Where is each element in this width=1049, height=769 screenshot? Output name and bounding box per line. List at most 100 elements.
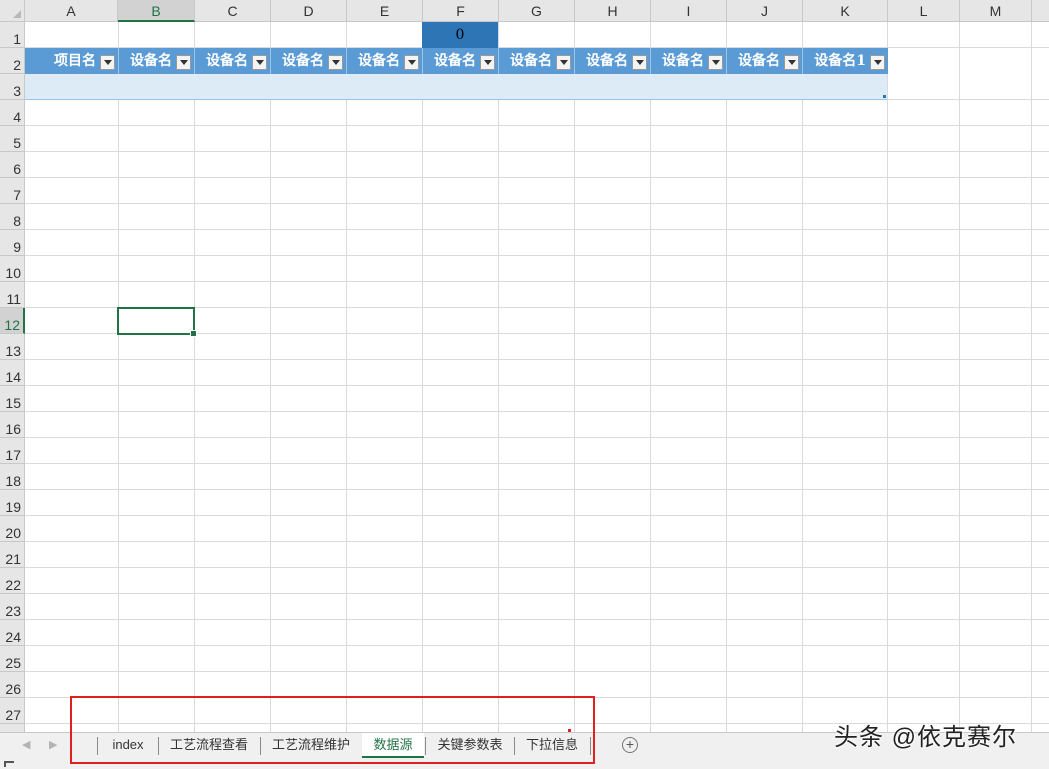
triangle-left-icon[interactable]: ◀ [22,738,30,751]
dropdown-arrow-icon[interactable] [252,55,267,70]
grid-line [25,281,1049,282]
row-header-7[interactable]: 7 [0,178,25,204]
row-header-16[interactable]: 16 [0,412,25,438]
grid-line [194,22,195,732]
cell-mode-icon [4,761,14,767]
column-header-j[interactable]: J [727,0,803,22]
dropdown-arrow-icon[interactable] [404,55,419,70]
dropdown-arrow-icon[interactable] [556,55,571,70]
row-header-2[interactable]: 2 [0,48,25,74]
table-header-cell[interactable]: 设备名 [727,48,803,74]
grid-line [25,177,1049,178]
row-header-15[interactable]: 15 [0,386,25,412]
table-header-cell[interactable]: 设备名1 [803,48,888,74]
row-header-27[interactable]: 27 [0,698,25,724]
grid-line [959,22,960,732]
column-header-g[interactable]: G [499,0,575,22]
row-header-4[interactable]: 4 [0,100,25,126]
column-header-b[interactable]: B [118,0,195,22]
row-header-10[interactable]: 10 [0,256,25,282]
table-header-label: 设备名 [206,53,248,69]
grid-line [887,22,888,732]
dropdown-arrow-icon[interactable] [328,55,343,70]
table-header-label: 设备名 [282,53,324,69]
row-header-22[interactable]: 22 [0,568,25,594]
table-header-label: 项目名 [54,53,96,69]
column-header-c[interactable]: C [195,0,271,22]
dropdown-arrow-icon[interactable] [870,55,885,70]
row-header-14[interactable]: 14 [0,360,25,386]
table-header-cell[interactable]: 项目名 [25,48,119,74]
grid-line [726,22,727,732]
annotation-dot [568,729,571,732]
grid-line [574,22,575,732]
table-header-cell[interactable]: 设备名 [651,48,727,74]
cell-f1[interactable]: 0 [422,22,498,48]
active-cell-b12[interactable] [117,307,197,337]
column-header-n[interactable] [1032,0,1049,22]
table-header-cell[interactable]: 设备名 [347,48,423,74]
table-resize-handle[interactable] [883,95,886,98]
row-header-3[interactable]: 3 [0,74,25,100]
grid-line [25,671,1049,672]
grid-line [25,151,1049,152]
table-header-label: 设备名 [662,53,704,69]
row-header-24[interactable]: 24 [0,620,25,646]
dropdown-arrow-icon[interactable] [708,55,723,70]
row-header-13[interactable]: 13 [0,334,25,360]
table-data-row[interactable] [25,74,887,100]
annotation-highlight-box [70,696,595,764]
row-header-26[interactable]: 26 [0,672,25,698]
column-header-e[interactable]: E [347,0,423,22]
row-header-21[interactable]: 21 [0,542,25,568]
column-header-a[interactable]: A [25,0,118,22]
plus-circle-icon[interactable]: + [622,737,638,753]
table-header-cell[interactable]: 设备名 [119,48,195,74]
column-header-m[interactable]: M [960,0,1032,22]
column-header-f[interactable]: F [423,0,499,22]
grid-line [25,463,1049,464]
grid-line [25,619,1049,620]
row-header-5[interactable]: 5 [0,126,25,152]
row-header-11[interactable]: 11 [0,282,25,308]
row-header-25[interactable]: 25 [0,646,25,672]
row-header-1[interactable]: 1 [0,22,25,48]
table-header-cell[interactable]: 设备名 [499,48,575,74]
grid-line [25,593,1049,594]
row-header-8[interactable]: 8 [0,204,25,230]
grid-line [25,437,1049,438]
table-header-cell[interactable]: 设备名 [271,48,347,74]
select-all-triangle-icon [13,10,21,18]
row-header-17[interactable]: 17 [0,438,25,464]
grid-line [25,567,1049,568]
grid-line [25,203,1049,204]
table-header-cell[interactable]: 设备名 [195,48,271,74]
grid-line [25,411,1049,412]
row-header-9[interactable]: 9 [0,230,25,256]
select-all-corner[interactable] [0,0,25,22]
dropdown-arrow-icon[interactable] [100,55,115,70]
spreadsheet-grid[interactable]: A B C D E F G H I J K L M 1 2 3 4 5 6 7 … [0,0,1049,732]
triangle-right-icon[interactable]: ▶ [49,738,57,751]
dropdown-arrow-icon[interactable] [784,55,799,70]
dropdown-arrow-icon[interactable] [176,55,191,70]
dropdown-arrow-icon[interactable] [632,55,647,70]
row-header-19[interactable]: 19 [0,490,25,516]
dropdown-arrow-icon[interactable] [480,55,495,70]
column-header-l[interactable]: L [888,0,960,22]
column-header-i[interactable]: I [651,0,727,22]
table-header-cell[interactable]: 设备名 [575,48,651,74]
table-header-cell[interactable]: 设备名 [423,48,499,74]
grid-line [25,229,1049,230]
row-header-12[interactable]: 12 [0,308,25,334]
column-header-h[interactable]: H [575,0,651,22]
grid-line [25,541,1049,542]
watermark-text: 头条 @依克赛尔 [834,724,1018,751]
row-header-20[interactable]: 20 [0,516,25,542]
row-header-23[interactable]: 23 [0,594,25,620]
row-header-18[interactable]: 18 [0,464,25,490]
column-header-k[interactable]: K [803,0,888,22]
row-header-6[interactable]: 6 [0,152,25,178]
row-header-28[interactable] [0,724,25,732]
column-header-d[interactable]: D [271,0,347,22]
